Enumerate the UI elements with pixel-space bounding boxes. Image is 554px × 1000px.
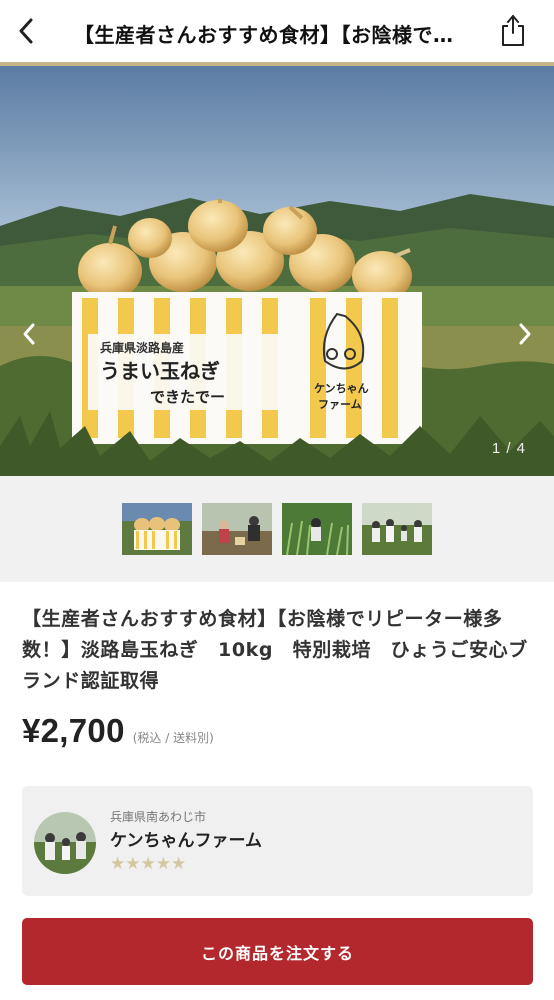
thumbnail-3[interactable] xyxy=(282,503,352,555)
thumbnail-1[interactable] xyxy=(122,503,192,555)
box-label-sub: できたでー xyxy=(150,388,225,406)
chevron-left-icon xyxy=(19,18,33,44)
rating-stars-icon: ★★★★★ xyxy=(110,854,187,874)
thumbnail-4[interactable] xyxy=(362,503,432,555)
thumbnail-2[interactable] xyxy=(202,503,272,555)
producer-location: 兵庫県南あわじ市 xyxy=(110,810,207,824)
producer-name: ケンちゃんファーム xyxy=(110,831,262,851)
box-label-origin: 兵庫県淡路島産 xyxy=(100,340,184,355)
thumbnail-strip xyxy=(0,476,554,582)
avatar xyxy=(34,812,96,874)
carousel-next-button[interactable] xyxy=(510,314,540,354)
product-price: ¥2,700 xyxy=(22,712,125,749)
onion-box-photo: 兵庫県淡路島産 うまい玉ねぎ できたでー ケンちゃん ファーム xyxy=(0,66,554,476)
producer-card[interactable]: 兵庫県南あわじ市 ケンちゃんファーム ★★★★★ xyxy=(22,786,533,896)
chevron-right-icon xyxy=(519,323,531,345)
product-title: 【生産者さんおすすめ食材】【お陰様でリピーター様多数！】淡路島玉ねぎ 10kg … xyxy=(22,608,528,692)
share-icon xyxy=(502,15,524,46)
share-button[interactable] xyxy=(496,12,530,48)
price-row: ¥2,700 (税込 / 送料別) xyxy=(22,712,214,750)
chevron-left-icon xyxy=(23,323,35,345)
product-box: 兵庫県淡路島産 うまい玉ねぎ できたでー ケンちゃん ファーム xyxy=(72,292,422,444)
page-title: 【生産者さんおすすめ食材】【お陰様でリピーター様多数！】淡路島玉ねぎ 10kg … xyxy=(74,23,472,47)
price-note: (税込 / 送料別) xyxy=(132,731,214,745)
box-label-main: うまい玉ねぎ xyxy=(100,359,220,383)
carousel-counter: 1 / 4 xyxy=(491,440,526,457)
app-header: 【生産者さんおすすめ食材】【お陰様でリピーター様多数！】淡路島玉ねぎ 10kg … xyxy=(0,0,554,62)
carousel-prev-button[interactable] xyxy=(14,314,44,354)
back-button[interactable] xyxy=(10,15,42,47)
box-logo-line1: ケンちゃん xyxy=(314,382,369,395)
order-button[interactable]: この商品を注文する xyxy=(22,918,533,985)
box-logo-line2: ファーム xyxy=(318,398,362,411)
product-image-carousel[interactable]: 兵庫県淡路島産 うまい玉ねぎ できたでー ケンちゃん ファーム xyxy=(0,66,554,476)
